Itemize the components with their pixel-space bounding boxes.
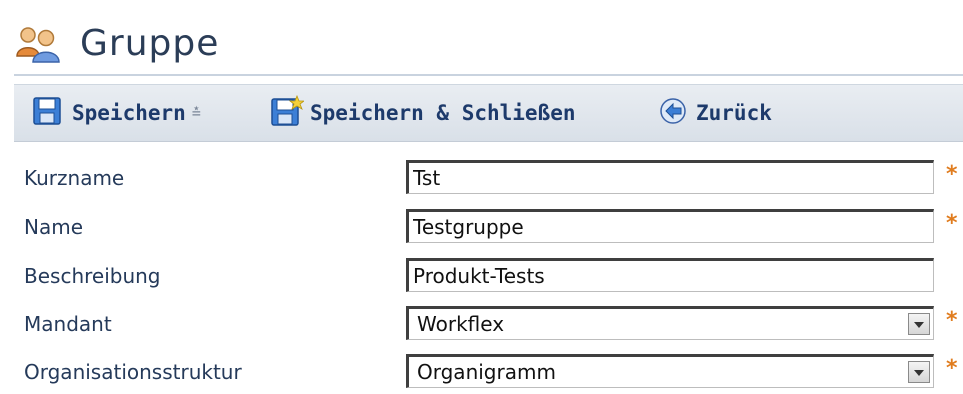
form-row-organisationsstruktur: Organisationsstruktur Organigramm * bbox=[0, 354, 963, 394]
back-arrow-icon bbox=[658, 96, 688, 131]
dropdown-arrow-icon[interactable] bbox=[908, 361, 930, 383]
required-indicator: * bbox=[946, 211, 958, 236]
save-and-close-button-label: Speichern & Schließen bbox=[310, 101, 576, 125]
beschreibung-input[interactable] bbox=[406, 258, 934, 292]
kurzname-input[interactable] bbox=[406, 160, 934, 194]
floppy-disk-icon bbox=[32, 96, 62, 131]
form-row-mandant: Mandant Workflex * bbox=[0, 306, 963, 346]
toolbar: Speichern ≛ Speichern & Schließen Zurück bbox=[14, 84, 963, 142]
dropdown-arrow-icon[interactable] bbox=[908, 313, 930, 335]
page-title: Gruppe bbox=[80, 23, 220, 64]
form-row-beschreibung: Beschreibung bbox=[0, 258, 963, 298]
page-header: Gruppe bbox=[14, 10, 963, 76]
save-button[interactable]: Speichern ≛ bbox=[32, 93, 201, 133]
required-indicator: * bbox=[946, 356, 958, 381]
name-label: Name bbox=[24, 215, 84, 239]
kurzname-label: Kurzname bbox=[24, 166, 125, 190]
save-button-label: Speichern bbox=[72, 101, 186, 125]
required-indicator: * bbox=[946, 162, 958, 187]
back-button[interactable]: Zurück bbox=[658, 93, 772, 133]
required-indicator: * bbox=[946, 308, 958, 333]
mandant-label: Mandant bbox=[24, 312, 112, 336]
name-input[interactable] bbox=[406, 209, 934, 243]
double-chevron-down-icon[interactable]: ≛ bbox=[192, 104, 201, 122]
back-button-label: Zurück bbox=[696, 101, 772, 125]
organisationsstruktur-select[interactable]: Organigramm bbox=[406, 354, 934, 388]
form-row-kurzname: Kurzname * bbox=[0, 160, 963, 200]
organisationsstruktur-label: Organisationsstruktur bbox=[24, 360, 242, 384]
form-row-name: Name * bbox=[0, 209, 963, 249]
mandant-select[interactable]: Workflex bbox=[406, 306, 934, 340]
users-group-icon bbox=[14, 24, 64, 64]
floppy-disk-star-icon bbox=[270, 94, 306, 132]
save-and-close-button[interactable]: Speichern & Schließen bbox=[270, 93, 576, 133]
beschreibung-label: Beschreibung bbox=[24, 264, 161, 288]
mandant-selected-value: Workflex bbox=[417, 312, 505, 336]
organisationsstruktur-selected-value: Organigramm bbox=[417, 360, 556, 384]
